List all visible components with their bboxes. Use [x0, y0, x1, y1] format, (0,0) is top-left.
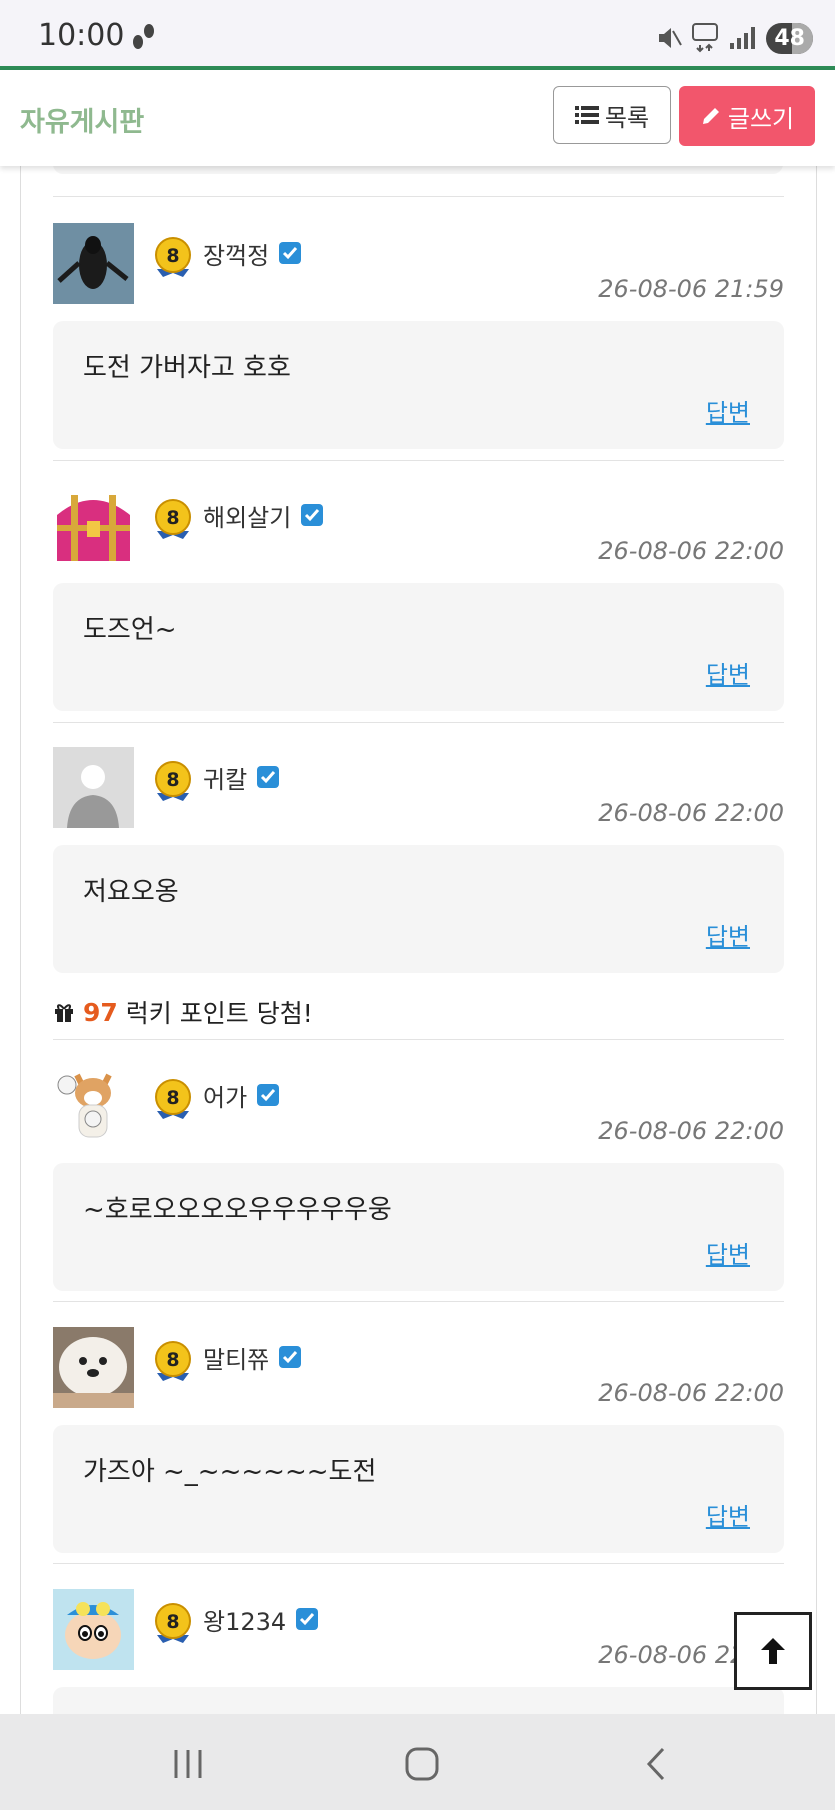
reply-link[interactable]: 답변 — [706, 1497, 750, 1532]
scroll-to-top-button[interactable] — [734, 1612, 812, 1690]
comment-bubble: 도즈언~ 답변 — [53, 583, 784, 711]
comment-item: 8 왕1234 26-08-06 22:00 — [53, 1589, 784, 1714]
svg-text:8: 8 — [166, 769, 179, 791]
nickname[interactable]: 장꺽정 — [203, 236, 269, 271]
comment-date: 26-08-06 22:00 — [598, 537, 784, 565]
verified-check-icon — [301, 504, 324, 526]
comment-text: 가즈아 ~_~~~~~~도전 — [83, 1457, 377, 1487]
avatar — [53, 223, 134, 304]
signal-icon — [730, 27, 756, 49]
separator — [53, 196, 784, 197]
avatar — [53, 1589, 134, 1670]
list-icon — [574, 106, 599, 124]
comment-text: 도즈언~ — [83, 615, 177, 645]
level-badge-icon: 8 — [155, 237, 191, 277]
comment-bubble: 가즈아 ~_~~~~~~도전 답변 — [53, 1425, 784, 1553]
back-icon — [646, 1747, 665, 1781]
nickname[interactable]: 해외살기 — [203, 498, 291, 533]
board-title[interactable]: 자유게시판 — [20, 100, 144, 139]
comment-item: 8 어가 26-08-06 22:00 ~호로오오오오우우우우우웅 답변 — [53, 1065, 784, 1305]
separator — [53, 722, 784, 723]
list-button[interactable]: 목록 — [553, 86, 671, 144]
reply-link[interactable]: 답변 — [706, 655, 750, 690]
board-header: 자유게시판 목록 글쓰기 — [0, 70, 835, 166]
avatar — [53, 1327, 134, 1408]
home-button[interactable] — [392, 1742, 452, 1786]
comment-item: 8 해외살기 26-08-06 22:00 도즈언~ 답변 — [53, 485, 784, 725]
system-navigation-bar — [0, 1714, 835, 1810]
gift-icon — [55, 1004, 73, 1022]
comment-bubble — [53, 1687, 784, 1714]
nickname[interactable]: 말티쮸 — [203, 1340, 269, 1375]
avatar — [53, 747, 134, 828]
write-button[interactable]: 글쓰기 — [679, 86, 815, 146]
5g-icon — [692, 23, 719, 53]
reply-link[interactable]: 답변 — [706, 917, 750, 952]
comment-item: 8 말티쮸 26-08-06 22:00 가즈아 ~_~~~~~~도전 답변 — [53, 1327, 784, 1567]
verified-check-icon — [296, 1608, 319, 1630]
previous-comment-bubble — [53, 166, 783, 174]
separator — [53, 1301, 784, 1302]
verified-check-icon — [279, 242, 302, 264]
list-button-label: 목록 — [604, 103, 650, 132]
comment-item: 8 귀칼 26-08-06 22:00 저요오옹 답변 — [53, 747, 784, 987]
avatar — [53, 1065, 134, 1146]
level-badge-icon: 8 — [155, 1603, 191, 1643]
comment-text: 도전 가버자고 호호 — [83, 353, 291, 383]
separator — [53, 1563, 784, 1564]
status-bar: 10:00 48 — [0, 0, 835, 66]
comment-bubble: 저요오옹 답변 — [53, 845, 784, 973]
back-button[interactable] — [626, 1742, 686, 1786]
recent-apps-icon — [174, 1750, 202, 1778]
separator — [53, 460, 784, 461]
svg-text:8: 8 — [166, 245, 179, 267]
home-icon — [405, 1747, 439, 1781]
comment-list: 8 장꺽정 26-08-06 21:59 도전 가버자고 호호 답변 8 해외살… — [20, 166, 817, 1714]
reply-link[interactable]: 답변 — [706, 1235, 750, 1270]
avatar — [53, 485, 134, 566]
comment-date: 26-08-06 21:59 — [598, 275, 784, 303]
comment-bubble: ~호로오오오오우우우우우웅 답변 — [53, 1163, 784, 1291]
comment-date: 26-08-06 22:00 — [598, 1379, 784, 1407]
recent-apps-button[interactable] — [158, 1742, 218, 1786]
comment-text: ~호로오오오오우우우우우웅 — [83, 1195, 392, 1225]
lucky-points-notice: 97 럭키 포인트 당첨! — [53, 994, 313, 1030]
level-badge-icon: 8 — [155, 1341, 191, 1381]
level-badge-icon: 8 — [155, 1079, 191, 1119]
level-badge-icon: 8 — [155, 499, 191, 539]
separator — [53, 1039, 784, 1040]
comment-date: 26-08-06 22:00 — [598, 1117, 784, 1145]
mute-icon — [659, 28, 683, 48]
footprint-icon — [133, 24, 154, 49]
lucky-points-text: 럭키 포인트 당첨! — [125, 999, 313, 1028]
svg-text:8: 8 — [166, 1349, 179, 1371]
nickname[interactable]: 귀칼 — [203, 760, 247, 795]
verified-check-icon — [257, 766, 280, 788]
pencil-icon — [702, 108, 719, 124]
comment-bubble: 도전 가버자고 호호 답변 — [53, 321, 784, 449]
battery-indicator: 48 — [766, 22, 813, 54]
status-icons: 48 — [656, 20, 813, 56]
verified-check-icon — [279, 1346, 302, 1368]
level-badge-icon: 8 — [155, 761, 191, 801]
nickname[interactable]: 왕1234 — [203, 1602, 286, 1637]
status-time: 10:00 — [38, 18, 125, 53]
comment-item: 8 장꺽정 26-08-06 21:59 도전 가버자고 호호 답변 — [53, 223, 784, 463]
comment-date: 26-08-06 22:00 — [598, 799, 784, 827]
svg-text:8: 8 — [166, 507, 179, 529]
verified-check-icon — [257, 1084, 280, 1106]
arrow-up-icon — [761, 1638, 785, 1664]
reply-link[interactable]: 답변 — [706, 393, 750, 428]
svg-text:8: 8 — [166, 1611, 179, 1633]
comment-text: 저요오옹 — [83, 877, 179, 907]
svg-text:8: 8 — [166, 1087, 179, 1109]
nickname[interactable]: 어가 — [203, 1078, 247, 1113]
write-button-label: 글쓰기 — [727, 104, 795, 133]
lucky-points-value: 97 — [83, 997, 118, 1027]
